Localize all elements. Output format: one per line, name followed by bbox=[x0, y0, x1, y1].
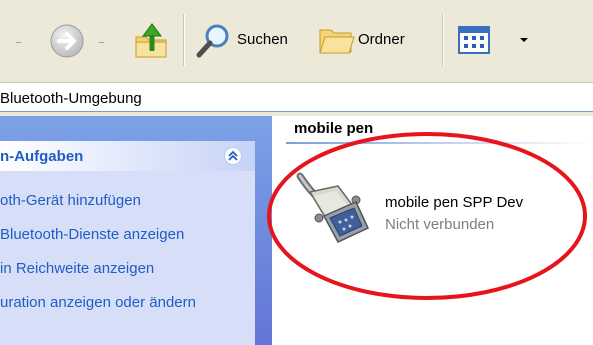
task-link-show-in-range[interactable]: in Reichweite anzeigen bbox=[0, 260, 154, 277]
device-status: Nicht verbunden bbox=[385, 216, 495, 233]
task-group-title: n-Aufgaben bbox=[0, 148, 84, 165]
address-bar[interactable]: Bluetooth-Umgebung bbox=[0, 82, 593, 112]
explorer-window: Suchen Ordner Bluetooth-Umgebung n-Aufga bbox=[0, 0, 593, 345]
forward-dropdown-arrow[interactable] bbox=[99, 42, 104, 43]
search-button-label[interactable]: Suchen bbox=[237, 31, 288, 49]
task-group-header[interactable]: n-Aufgaben bbox=[0, 141, 255, 171]
forward-icon[interactable] bbox=[49, 23, 85, 59]
toolbar: Suchen Ordner bbox=[0, 0, 593, 82]
search-icon[interactable] bbox=[195, 22, 233, 60]
device-name[interactable]: mobile pen SPP Dev bbox=[385, 194, 523, 211]
serial-cable-icon[interactable] bbox=[294, 170, 378, 250]
task-pane: n-Aufgaben oth-Gerät hinzufügen Bluetoot… bbox=[0, 116, 272, 345]
task-link-add-device[interactable]: oth-Gerät hinzufügen bbox=[0, 192, 141, 209]
folders-button-label[interactable]: Ordner bbox=[358, 31, 405, 49]
back-dropdown-arrow[interactable] bbox=[16, 42, 21, 43]
task-link-show-services[interactable]: Bluetooth-Dienste anzeigen bbox=[0, 226, 184, 243]
toolbar-separator-highlight bbox=[443, 14, 444, 66]
collapse-chevron-icon[interactable] bbox=[224, 147, 242, 165]
views-dropdown-arrow[interactable] bbox=[520, 38, 528, 42]
task-group-body: oth-Gerät hinzufügen Bluetooth-Dienste a… bbox=[0, 171, 255, 345]
address-value: Bluetooth-Umgebung bbox=[0, 90, 142, 107]
folder-up-icon[interactable] bbox=[133, 20, 169, 60]
folders-icon[interactable] bbox=[318, 22, 356, 58]
group-divider bbox=[286, 142, 593, 144]
content-area: mobile pen mobile pen SPP Dev Nicht verb… bbox=[272, 116, 593, 345]
toolbar-separator-highlight bbox=[184, 14, 185, 66]
device-group-title: mobile pen bbox=[294, 120, 374, 137]
views-icon[interactable] bbox=[458, 26, 490, 54]
task-link-configuration[interactable]: uration anzeigen oder ändern bbox=[0, 294, 196, 311]
